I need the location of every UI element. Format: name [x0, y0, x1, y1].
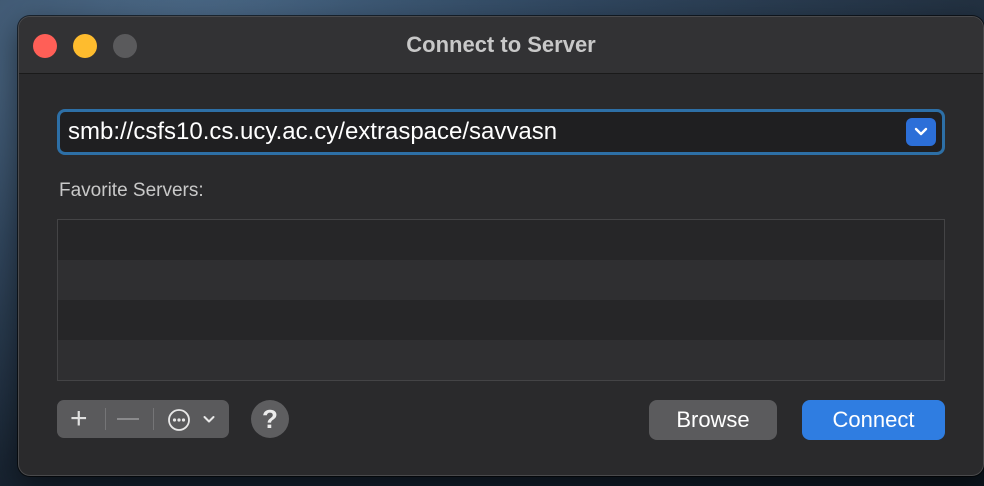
chevron-down-icon: [914, 127, 928, 136]
list-row: [58, 340, 944, 380]
minus-icon: [117, 418, 139, 420]
list-row: [58, 300, 944, 340]
ellipsis-circle-icon: [168, 409, 190, 431]
favorite-servers-list[interactable]: [57, 219, 945, 381]
add-favorite-button[interactable]: +: [57, 400, 105, 438]
chevron-down-icon: [203, 416, 215, 423]
title-bar: Connect to Server: [19, 17, 983, 74]
help-button[interactable]: ?: [251, 400, 289, 438]
connect-button[interactable]: Connect: [802, 400, 945, 440]
favorites-segmented-control: +: [57, 400, 229, 438]
plus-icon: +: [70, 402, 88, 435]
more-options-menu-button[interactable]: [153, 400, 229, 438]
server-address-field[interactable]: smb://csfs10.cs.ucy.ac.cy/extraspace/sav…: [57, 109, 945, 155]
window-title: Connect to Server: [406, 32, 596, 57]
list-row: [58, 260, 944, 300]
browse-button[interactable]: Browse: [649, 400, 777, 440]
list-row: [58, 220, 944, 260]
remove-favorite-button: [105, 400, 153, 438]
server-address-value[interactable]: smb://csfs10.cs.ucy.ac.cy/extraspace/sav…: [68, 112, 557, 152]
favorite-servers-label: Favorite Servers:: [59, 180, 204, 201]
connect-to-server-dialog: Connect to Server smb://csfs10.cs.ucy.ac…: [18, 16, 984, 476]
recent-servers-dropdown-button[interactable]: [906, 118, 936, 146]
